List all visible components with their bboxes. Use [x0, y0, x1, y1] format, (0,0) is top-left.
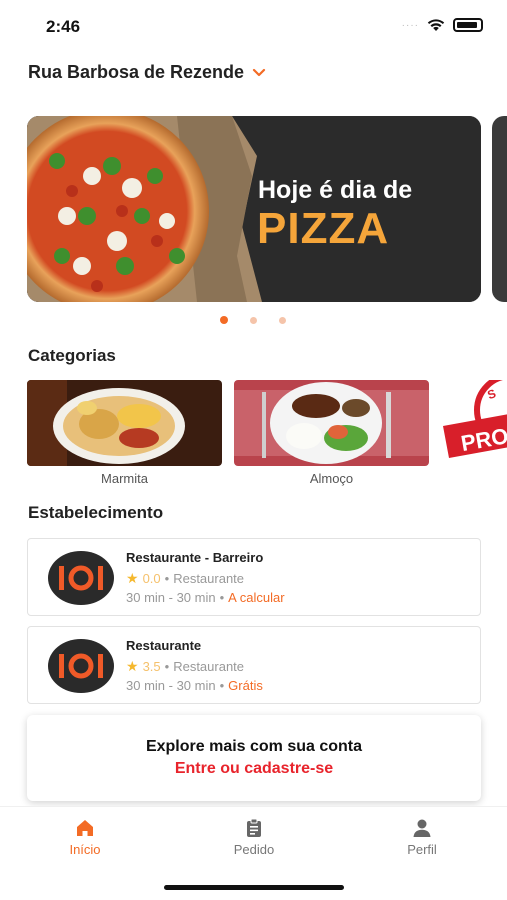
pager-dot [250, 316, 257, 324]
category-almoco[interactable]: Almoço [234, 380, 429, 486]
status-bar: 2:46 ···· [0, 0, 507, 50]
login-prompt-card[interactable]: Explore mais com sua conta Entre ou cada… [27, 715, 481, 801]
delivery-time: 30 min - 30 min [126, 590, 216, 605]
establishment-rating: 0.0 [142, 571, 161, 586]
establishment-category: Restaurante [173, 571, 245, 586]
establishment-card[interactable]: Restaurante - Barreiro ★ 0.0 • Restauran… [27, 538, 481, 616]
wifi-icon [427, 19, 445, 31]
address-selector[interactable]: Rua Barbosa de Rezende [28, 62, 266, 83]
address-text: Rua Barbosa de Rezende [28, 62, 245, 82]
category-image: PRO S [441, 380, 507, 466]
home-icon [77, 820, 93, 836]
tab-perfil[interactable]: Perfil [377, 817, 467, 857]
banner-headline: Hoje é dia de [258, 176, 413, 204]
promo-banner[interactable]: Hoje é dia de PIZZA [27, 116, 481, 302]
status-icons: ···· [402, 18, 483, 32]
establishments-title: Estabelecimento [28, 503, 164, 522]
pager-dot [279, 316, 286, 324]
bottom-tab-bar: Início Pedido Perfil [0, 806, 507, 866]
banner-title: PIZZA [257, 204, 390, 253]
banner-carousel[interactable]: Hoje é dia de PIZZA [0, 116, 507, 304]
separator: • [219, 590, 225, 605]
restaurant-logo [48, 639, 114, 693]
categories-title: Categorias [28, 346, 116, 365]
status-time: 2:46 [46, 17, 81, 36]
establishment-name: Restaurante [126, 638, 202, 653]
establishment-meta: ★ 3.5 • Restaurante [126, 658, 244, 675]
restaurant-logo [48, 551, 114, 605]
carousel-pager [220, 316, 286, 324]
category-marmita[interactable]: Marmita [27, 380, 222, 486]
star-icon: ★ [126, 570, 139, 586]
separator: • [219, 678, 225, 693]
login-prompt-title: Explore mais com sua conta [145, 738, 363, 755]
battery-icon [453, 18, 483, 32]
category-image [234, 380, 429, 466]
star-icon: ★ [126, 658, 139, 674]
category-label: Marmita [101, 471, 148, 486]
user-icon [413, 819, 431, 837]
category-label: Almoço [309, 471, 354, 486]
delivery-time: 30 min - 30 min [126, 678, 216, 693]
tab-pedido[interactable]: Pedido [209, 817, 299, 857]
establishment-meta: ★ 0.0 • Restaurante [126, 570, 244, 587]
clipboard-icon [247, 818, 261, 837]
establishment-delivery: 30 min - 30 min • Grátis [126, 678, 263, 693]
tab-inicio[interactable]: Início [40, 817, 130, 857]
pager-dot-active [220, 316, 228, 324]
tab-label: Perfil [407, 842, 437, 857]
pizza-image [27, 116, 481, 302]
login-signup-link[interactable]: Entre ou cadastre-se [27, 760, 481, 778]
establishment-name: Restaurante - Barreiro [126, 550, 264, 565]
categories-list[interactable]: Marmita Almoço PRO S [27, 380, 507, 490]
tab-label: Pedido [233, 842, 275, 857]
next-banner-peek[interactable] [492, 116, 507, 302]
establishment-category: Restaurante [173, 659, 245, 674]
category-label: P [441, 471, 507, 486]
separator: • [164, 571, 170, 586]
establishment-rating: 3.5 [142, 659, 161, 674]
category-promo[interactable]: PRO S P [441, 380, 507, 486]
tab-label: Início [69, 842, 101, 857]
home-indicator[interactable] [164, 885, 344, 890]
separator: • [164, 659, 170, 674]
delivery-fee: A calcular [228, 590, 285, 605]
establishment-card[interactable]: Restaurante ★ 3.5 • Restaurante 30 min -… [27, 626, 481, 704]
establishment-delivery: 30 min - 30 min • A calcular [126, 590, 285, 605]
chevron-down-icon [252, 68, 266, 76]
delivery-fee: Grátis [228, 678, 263, 693]
signal-dots-icon: ···· [401, 19, 419, 31]
category-image [27, 380, 222, 466]
